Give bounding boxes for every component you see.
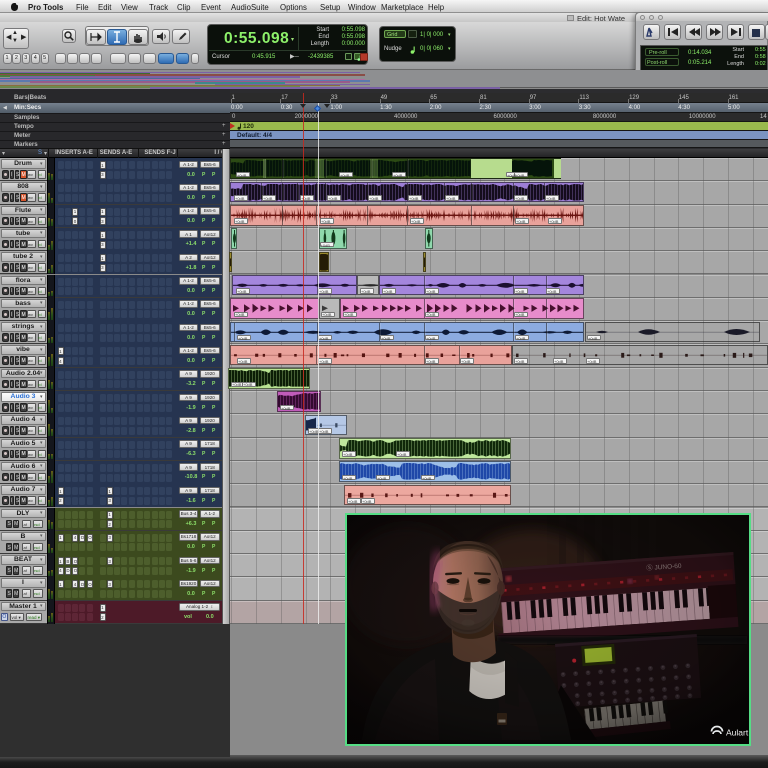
- svg-text:Aulart: Aulart: [726, 728, 749, 738]
